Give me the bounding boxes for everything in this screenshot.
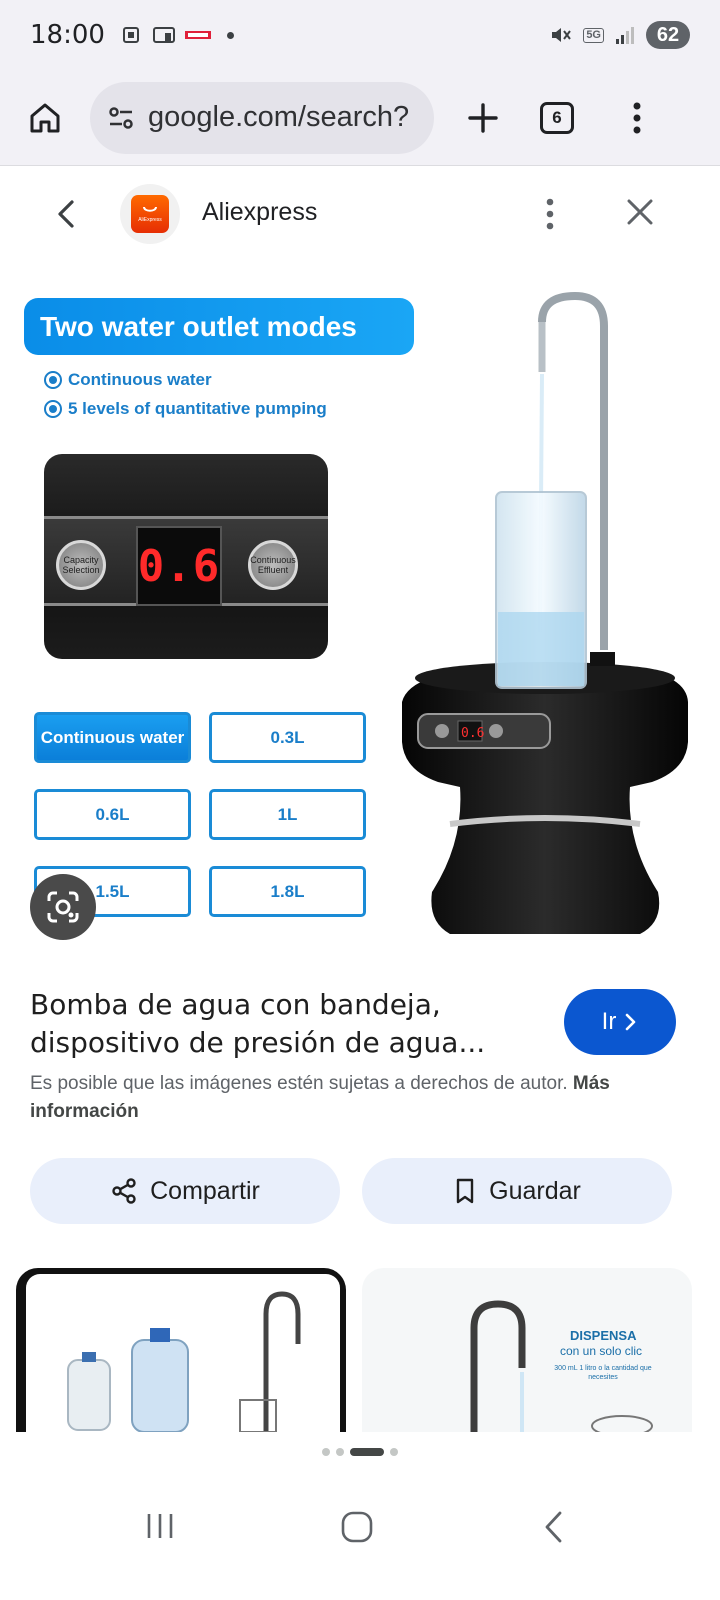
water-dispenser-illustration: 0.6 (402, 291, 688, 934)
copyright-notice: Es posible que las imágenes estén sujeta… (30, 1070, 670, 1126)
mute-icon (552, 28, 572, 42)
option-0.3l: 0.3L (209, 712, 366, 763)
network-type: 5G (583, 27, 604, 43)
notification-icons (119, 23, 234, 47)
image-viewer-header: AliExpress Aliexpress (0, 166, 720, 262)
related-caption-title: DISPENSA (570, 1328, 637, 1343)
google-lens-button[interactable] (30, 874, 96, 940)
home-icon (30, 103, 60, 132)
related-image[interactable]: DISPENSA con un solo clic 300 mL 1 litro… (362, 1268, 692, 1432)
cast-icon (152, 27, 175, 43)
svg-text:0.6: 0.6 (461, 726, 484, 741)
battery-level: 62 (646, 21, 690, 49)
app-notification-icon (184, 31, 211, 39)
save-label: Guardar (489, 1176, 581, 1205)
carousel-pagination (0, 1448, 720, 1456)
new-tab-icon (468, 102, 498, 133)
source-name[interactable]: Aliexpress (202, 198, 317, 227)
bookmark-icon (456, 1178, 474, 1204)
pagination-dot-active[interactable] (350, 1448, 384, 1456)
pagination-dot[interactable] (322, 1448, 330, 1456)
capacity-button-photo: Capacity Selection (56, 540, 106, 590)
recents-icon[interactable] (144, 1510, 176, 1542)
back-nav-icon[interactable] (540, 1510, 570, 1544)
option-1l: 1L (209, 789, 366, 840)
visit-label: Ir (601, 1008, 617, 1035)
status-time: 18:00 (30, 20, 105, 50)
screenshot-icon (122, 27, 139, 43)
visit-button[interactable]: Ir (564, 989, 676, 1055)
url-text: google.com/search? (148, 101, 410, 133)
aliexpress-logo-text: AliExpress (138, 217, 162, 223)
mode-item: Continuous water (44, 370, 212, 390)
product-image[interactable]: Two water outlet modes Continuous water … (0, 262, 720, 962)
pagination-dot[interactable] (390, 1448, 398, 1456)
more-vert-icon (633, 102, 641, 133)
option-1.8l: 1.8L (209, 866, 366, 917)
led-display: 0.6 (136, 526, 222, 606)
close-icon[interactable] (624, 196, 656, 228)
more-notifications-dot (226, 31, 234, 39)
share-label: Compartir (150, 1176, 260, 1205)
faucet-illustration (470, 1300, 653, 1432)
signal-icon (616, 27, 634, 44)
related-image-content (26, 1274, 340, 1432)
water-bottles-illustration (67, 1291, 301, 1432)
copyright-text: Es posible que las imágenes estén sujeta… (30, 1073, 568, 1094)
browser-toolbar: google.com/search? 6 (0, 70, 720, 166)
related-caption-detail: 300 mL 1 litro o la cantidad que necesit… (554, 1365, 652, 1381)
home-nav-icon[interactable] (340, 1510, 374, 1544)
new-tab-button[interactable] (456, 91, 510, 145)
mode-label: Continuous water (68, 370, 212, 389)
pagination-dot[interactable] (336, 1448, 344, 1456)
tab-switcher-button[interactable]: 6 (540, 101, 574, 134)
radio-icon (44, 371, 62, 389)
browser-menu-button[interactable] (610, 91, 664, 145)
related-caption-sub: con un solo clic (560, 1344, 643, 1358)
viewer-more-icon[interactable] (540, 194, 560, 234)
save-button[interactable]: Guardar (362, 1158, 672, 1224)
share-button[interactable]: Compartir (30, 1158, 340, 1224)
radio-icon (44, 400, 62, 418)
aliexpress-logo: AliExpress (131, 195, 169, 233)
system-navigation-bar (0, 1480, 720, 1600)
result-title[interactable]: Bomba de agua con bandeja, dispositivo d… (30, 986, 530, 1062)
image-headline: Two water outlet modes (24, 298, 414, 355)
google-lens-icon (47, 891, 79, 923)
source-logo[interactable]: AliExpress (120, 184, 180, 244)
mode-label: 5 levels of quantitative pumping (68, 399, 327, 418)
control-panel-photo: Capacity Selection 0.6 Continuous Efflue… (44, 454, 328, 659)
shopping-bag-icon (143, 206, 157, 212)
related-image[interactable] (16, 1268, 346, 1432)
site-settings-icon[interactable] (106, 103, 136, 133)
option-0.6l: 0.6L (34, 789, 191, 840)
status-bar: 18:00 5G 62 (0, 0, 720, 70)
back-icon[interactable] (48, 194, 84, 234)
address-bar[interactable]: google.com/search? (90, 81, 434, 154)
status-right: 5G 62 (549, 21, 690, 49)
option-continuous: Continuous water (34, 712, 191, 763)
home-button[interactable] (18, 91, 72, 145)
mode-item: 5 levels of quantitative pumping (44, 399, 327, 419)
share-icon (112, 1178, 136, 1204)
chevron-right-icon (626, 1013, 636, 1031)
continuous-button-photo: Continuous Effluent (248, 540, 298, 590)
